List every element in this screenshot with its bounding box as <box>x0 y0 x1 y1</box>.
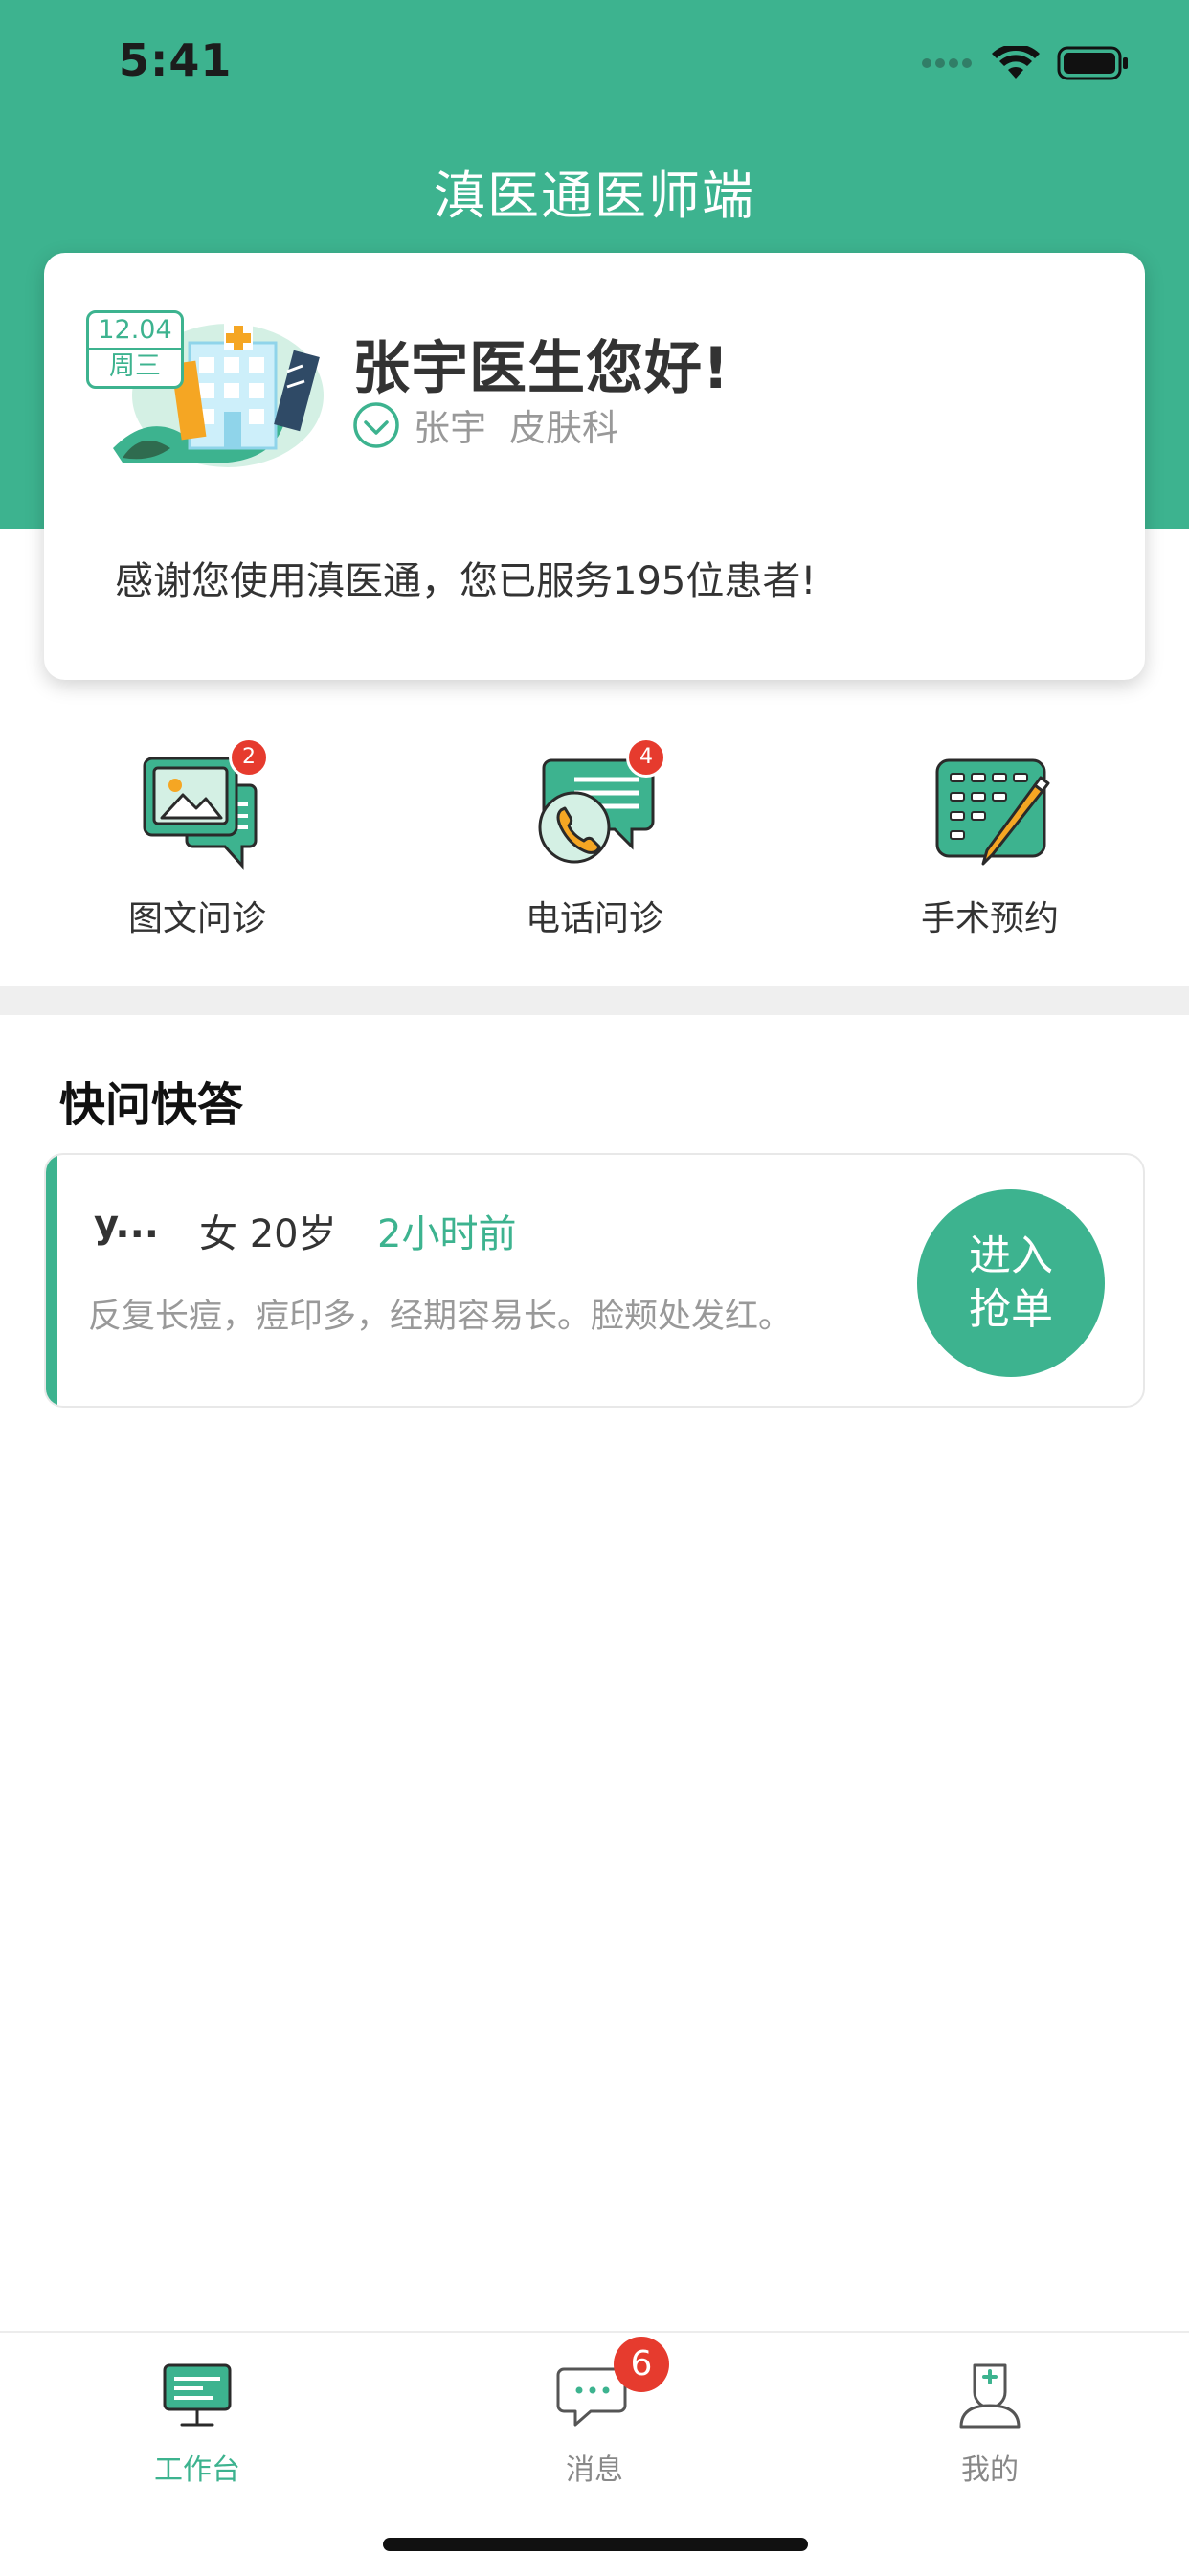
workbench-icon <box>159 2360 236 2430</box>
date-text: 12.04 <box>89 313 181 350</box>
grab-order-button-line2: 抢单 <box>969 1285 1053 1334</box>
status-icons <box>921 46 1130 80</box>
battery-icon <box>1057 46 1128 80</box>
phone-consult-label: 电话问诊 <box>525 899 663 938</box>
doctor-profile-card: 12.04 周三 张宇医生您好! 张宇 皮肤科 感谢您使用滇医通，您已服务195… <box>44 253 1145 680</box>
patient-name: y... <box>94 1203 159 1247</box>
quick-action-surgery-appointment[interactable]: 手术预约 <box>875 747 1105 940</box>
order-time-ago: 2小时前 <box>377 1212 517 1256</box>
image-text-consult-badge: 2 <box>229 737 269 778</box>
status-bar: 5:41 <box>0 0 1189 126</box>
doctor-profile-icon <box>952 2360 1028 2430</box>
served-patients-text: 感谢您使用滇医通，您已服务195位患者! <box>115 559 817 603</box>
card-accent-bar <box>46 1155 57 1406</box>
tab-messages-label: 消息 <box>566 2453 623 2487</box>
home-indicator[interactable] <box>383 2538 808 2551</box>
tab-mine-label: 我的 <box>961 2453 1019 2487</box>
doctor-name: 张宇 <box>414 407 487 449</box>
doctor-info-line: 张宇 皮肤科 <box>352 398 618 451</box>
patient-description: 反复长痘，痘印多，经期容易长。脸颊处发红。 <box>88 1298 793 1336</box>
grab-order-button-line1: 进入 <box>969 1232 1053 1280</box>
tab-workbench-label: 工作台 <box>154 2453 240 2487</box>
message-badge: 6 <box>614 2337 669 2392</box>
quick-qa-title: 快问快答 <box>59 1078 244 1132</box>
tab-workbench[interactable]: 工作台 <box>82 2360 312 2488</box>
image-text-consult-label: 图文问诊 <box>127 899 266 938</box>
phone-consult-icon: 4 <box>532 737 666 871</box>
app-title: 滇医通医师端 <box>434 166 755 226</box>
wifi-icon <box>992 46 1040 79</box>
image-text-consult-icon: 2 <box>135 737 269 871</box>
tab-mine[interactable]: 我的 <box>875 2360 1105 2488</box>
date-badge: 12.04 周三 <box>86 310 184 389</box>
surgery-appointment-icon <box>928 747 1052 871</box>
quick-action-image-text-consult[interactable]: 2 图文问诊 <box>82 737 312 940</box>
weekday-text: 周三 <box>109 351 161 381</box>
phone-consult-badge: 4 <box>626 737 666 778</box>
greeting-text: 张宇医生您好! <box>352 335 730 402</box>
surgery-appointment-label: 手术预约 <box>920 899 1059 938</box>
status-time: 5:41 <box>119 34 233 86</box>
tab-messages[interactable]: 6 消息 <box>480 2337 709 2488</box>
signal-icon <box>922 58 972 68</box>
quick-qa-order-card[interactable]: y... 女 20岁 2小时前 反复长痘，痘印多，经期容易长。脸颊处发红。 进入… <box>44 1153 1145 1408</box>
section-divider <box>0 986 1189 1015</box>
quick-action-phone-consult[interactable]: 4 电话问诊 <box>480 737 709 940</box>
verified-check-icon <box>353 401 399 448</box>
doctor-department: 皮肤科 <box>509 407 619 449</box>
grab-order-button[interactable]: 进入 抢单 <box>917 1189 1105 1377</box>
message-icon: 6 <box>556 2337 669 2430</box>
patient-gender-age: 女 20岁 <box>199 1212 337 1256</box>
